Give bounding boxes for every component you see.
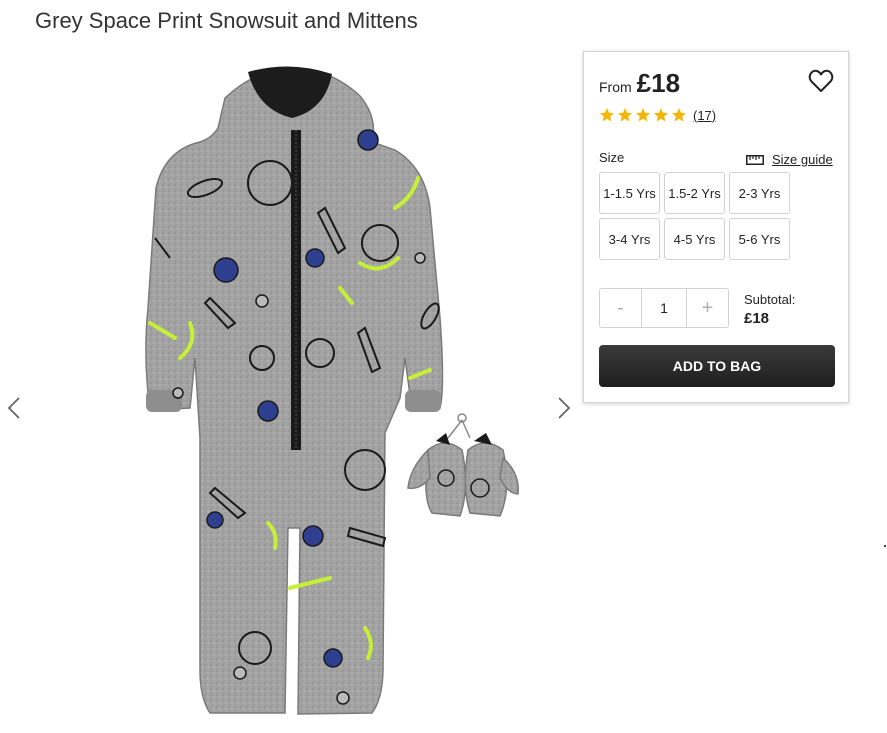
- quantity-input[interactable]: [641, 289, 687, 327]
- product-title: Grey Space Print Snowsuit and Mittens: [35, 8, 418, 33]
- size-label: Size: [599, 150, 625, 165]
- product-image: [145, 66, 519, 715]
- size-option[interactable]: 4-5 Yrs: [664, 218, 725, 260]
- size-option[interactable]: 2-3 Yrs: [729, 172, 790, 214]
- decrease-quantity-button[interactable]: -: [600, 289, 641, 327]
- buy-panel: From £18 (17) Size Size guide 1-1.5 Yrs …: [583, 51, 849, 403]
- quantity-stepper: - +: [599, 288, 729, 328]
- size-option[interactable]: 1-1.5 Yrs: [599, 172, 660, 214]
- rating: (17): [599, 107, 716, 123]
- mittens: [407, 413, 519, 517]
- divider-mark: [884, 545, 886, 547]
- subtotal-value: £18: [744, 310, 770, 327]
- star-icon: [599, 108, 615, 122]
- size-option[interactable]: 1.5-2 Yrs: [664, 172, 725, 214]
- add-to-bag-button[interactable]: ADD TO BAG: [599, 345, 835, 387]
- star-icon: [617, 108, 633, 122]
- increase-quantity-button[interactable]: +: [687, 289, 728, 327]
- size-guide-link[interactable]: Size guide: [746, 152, 833, 167]
- chevron-right-icon[interactable]: [552, 396, 574, 420]
- size-option[interactable]: 5-6 Yrs: [729, 218, 790, 260]
- size-options: 1-1.5 Yrs 1.5-2 Yrs 2-3 Yrs 3-4 Yrs 4-5 …: [599, 172, 794, 260]
- snowsuit: [145, 66, 444, 715]
- price: £18: [636, 68, 681, 98]
- product-gallery: [0, 58, 580, 733]
- ruler-icon: [746, 154, 764, 165]
- star-icon: [635, 108, 651, 122]
- heart-outline-icon[interactable]: [808, 68, 834, 94]
- size-guide-label: Size guide: [772, 152, 833, 167]
- subtotal-label: Subtotal:: [744, 292, 796, 307]
- star-rating: [599, 107, 689, 123]
- star-icon: [653, 108, 669, 122]
- star-icon: [671, 108, 687, 122]
- price-prefix: From: [599, 79, 632, 95]
- subtotal: Subtotal: £18: [744, 292, 795, 327]
- chevron-left-icon[interactable]: [4, 396, 26, 420]
- review-count-link[interactable]: (17): [693, 108, 716, 123]
- size-option[interactable]: 3-4 Yrs: [599, 218, 660, 260]
- price-row: From £18: [599, 68, 680, 99]
